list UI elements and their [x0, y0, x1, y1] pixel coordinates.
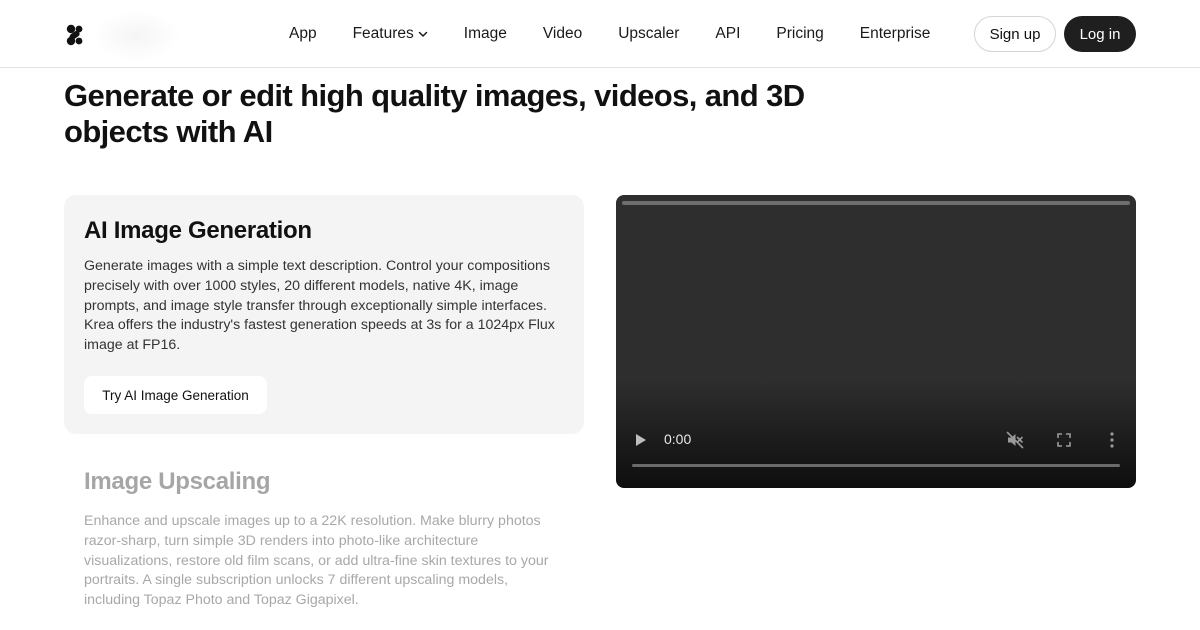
volume-muted-icon[interactable] [1006, 431, 1024, 449]
logo-shadow [92, 10, 182, 62]
video-progress-track[interactable] [632, 464, 1120, 467]
page-headline: Generate or edit high quality images, vi… [64, 78, 805, 149]
nav-item-features[interactable]: Features [353, 25, 428, 43]
video-player[interactable]: 0:00 [616, 195, 1136, 488]
nav-item-label: Enterprise [859, 25, 931, 42]
feature-description: Generate images with a simple text descr… [84, 258, 555, 354]
nav-item-api[interactable]: API [715, 25, 740, 43]
nav-item-enterprise[interactable]: Enterprise [860, 25, 931, 43]
nav-item-label: Upscaler [618, 25, 680, 42]
nav-item-label: API [715, 25, 741, 42]
krea-logo-icon[interactable] [66, 24, 84, 46]
more-vertical-icon[interactable] [1106, 431, 1118, 449]
nav-item-upscaler[interactable]: Upscaler [618, 25, 679, 43]
signup-button[interactable]: Sign up [974, 16, 1056, 52]
chevron-down-icon [418, 31, 428, 37]
nav-item-label: App [289, 25, 317, 42]
nav-item-label: Video [542, 25, 583, 42]
feature-description: Enhance and upscale images up to a 22K r… [84, 513, 549, 609]
feature-image-upscaling[interactable]: Image Upscaling Enhance and upscale imag… [84, 466, 574, 611]
nav-item-image[interactable]: Image [464, 25, 507, 43]
nav-item-video[interactable]: Video [543, 25, 582, 43]
nav-item-pricing[interactable]: Pricing [776, 25, 823, 43]
try-image-generation-button[interactable]: Try AI Image Generation [84, 376, 267, 414]
nav-item-label: Features [352, 25, 414, 42]
top-navigation-bar: App Features Image Video Upscaler API Pr… [0, 0, 1200, 68]
nav-item-label: Pricing [776, 25, 824, 42]
nav-item-label: Image [463, 25, 507, 42]
feature-title: Image Upscaling [84, 468, 271, 495]
login-button[interactable]: Log in [1064, 16, 1136, 52]
fullscreen-icon[interactable] [1056, 432, 1072, 448]
video-top-bar [622, 201, 1130, 205]
main-nav: App Features Image Video Upscaler API Pr… [289, 0, 966, 68]
play-icon[interactable] [634, 433, 648, 447]
video-current-time: 0:00 [664, 431, 692, 447]
feature-title: AI Image Generation [84, 217, 312, 244]
feature-card-image-generation: AI Image Generation Generate images with… [64, 195, 584, 434]
nav-item-app[interactable]: App [289, 25, 317, 43]
